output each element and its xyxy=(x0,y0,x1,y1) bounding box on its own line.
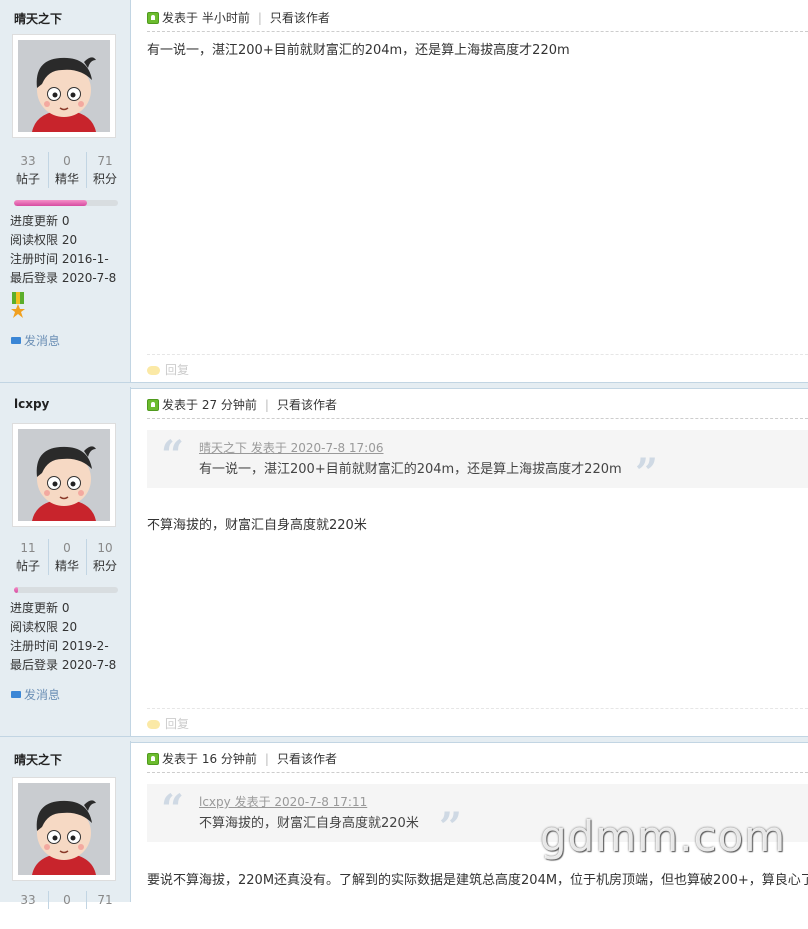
post-time: 发表于 半小时前 xyxy=(162,11,250,25)
stat-posts[interactable]: 33 xyxy=(10,891,46,909)
author-sidebar: 晴天之下 3 xyxy=(0,0,131,384)
close-quote-icon: ” xyxy=(439,804,463,851)
author-only-link[interactable]: 只看该作者 xyxy=(270,11,330,25)
send-message-label: 发消息 xyxy=(24,334,61,348)
post-time: 发表于 27 分钟前 xyxy=(162,398,257,412)
info-read-permission: 阅读权限 20 xyxy=(10,233,78,247)
user-info: 进度更新 0 阅读权限 20 注册时间 2019-2- 最后登录 2020-7-… xyxy=(10,599,128,675)
post-time: 发表于 16 分钟前 xyxy=(162,752,257,766)
avatar-cartoon-icon xyxy=(18,429,110,521)
stat-elite[interactable]: 0 xyxy=(48,891,85,909)
author-only-link[interactable]: 只看该作者 xyxy=(277,752,337,766)
avatar[interactable] xyxy=(12,34,116,138)
stat-elite[interactable]: 0 精华 xyxy=(48,539,85,575)
post-footer: 回复 xyxy=(147,354,808,378)
send-message-label: 发消息 xyxy=(24,688,61,702)
stat-posts[interactable]: 11 帖子 xyxy=(10,539,46,575)
elite-count: 0 xyxy=(63,893,71,907)
info-last-login: 最后登录 2020-7-8 xyxy=(10,658,117,672)
reply-icon xyxy=(147,366,160,375)
post-header: 发表于 半小时前 | 只看该作者 xyxy=(147,9,808,32)
post-header: 发表于 16 分钟前 | 只看该作者 xyxy=(147,750,808,773)
stat-posts[interactable]: 33 帖子 xyxy=(10,152,46,188)
post-content: 有一说一，湛江200+目前就财富汇的204m，还是算上海拔高度才220m xyxy=(147,43,570,58)
post-footer: 回复 xyxy=(147,708,808,732)
quote-source-link[interactable]: 晴天之下 发表于 2020-7-8 17:06 xyxy=(199,439,384,456)
reply-button[interactable]: 回复 xyxy=(165,717,189,731)
open-quote-icon: “ xyxy=(161,432,185,479)
user-stats: 11 帖子 0 精华 10 积分 xyxy=(6,539,124,577)
online-icon xyxy=(147,12,159,24)
info-register-time: 注册时间 2016-1- xyxy=(10,252,109,266)
user-stats: 33 帖子 0 精华 71 积分 xyxy=(6,152,124,190)
quote-text: 不算海拔的，财富汇自身高度就220米 xyxy=(199,816,419,831)
points-count: 71 xyxy=(97,154,113,168)
posts-label: 帖子 xyxy=(15,559,40,573)
elite-label: 精华 xyxy=(54,559,79,573)
elite-count: 0 xyxy=(63,541,71,555)
quote-source-link[interactable]: lcxpy 发表于 2020-7-8 17:11 xyxy=(199,793,367,810)
online-icon xyxy=(147,399,159,411)
medal-icon[interactable] xyxy=(11,292,25,320)
post-main: 发表于 半小时前 | 只看该作者 有一说一，湛江200+目前就财富汇的204m，还是… xyxy=(131,0,808,384)
avatar-cartoon-icon xyxy=(18,40,110,132)
stat-points[interactable]: 10 积分 xyxy=(86,539,123,575)
reply-button[interactable]: 回复 xyxy=(165,363,189,377)
level-progress-bar xyxy=(14,200,118,206)
author-name[interactable]: 晴天之下 xyxy=(14,10,62,27)
stat-points[interactable]: 71 积分 xyxy=(86,152,123,188)
watermark-logo: gdmm.com xyxy=(540,812,787,861)
avatar[interactable] xyxy=(12,777,116,881)
quote-text: 有一说一，湛江200+目前就财富汇的204m，还是算上海拔高度才220m xyxy=(199,462,622,477)
level-progress-bar xyxy=(14,587,118,593)
points-label: 积分 xyxy=(92,172,117,186)
points-label: 积分 xyxy=(92,559,117,573)
post-header: 发表于 27 分钟前 | 只看该作者 xyxy=(147,396,808,419)
send-message-link[interactable]: 发消息 xyxy=(11,332,60,349)
elite-count: 0 xyxy=(63,154,71,168)
info-register-time: 注册时间 2019-2- xyxy=(10,639,109,653)
info-progress: 进度更新 0 xyxy=(10,214,70,228)
envelope-icon xyxy=(11,337,21,344)
info-read-permission: 阅读权限 20 xyxy=(10,620,78,634)
author-name[interactable]: 晴天之下 xyxy=(14,751,62,768)
points-count: 71 xyxy=(97,893,113,907)
stat-elite[interactable]: 0 精华 xyxy=(48,152,85,188)
author-sidebar: 晴天之下 3 xyxy=(0,741,131,909)
user-stats: 33 0 71 xyxy=(6,891,124,929)
author-name[interactable]: lcxpy xyxy=(14,397,49,411)
elite-label: 精华 xyxy=(54,172,79,186)
avatar[interactable] xyxy=(12,423,116,527)
post-1: 晴天之下 33 帖子 0 精华 71 积分 进度更新 0 阅读权限 20 注册时… xyxy=(0,0,808,384)
post-content: 不算海拔的，财富汇自身高度就220米 xyxy=(147,518,367,533)
open-quote-icon: “ xyxy=(161,786,185,833)
info-progress: 进度更新 0 xyxy=(10,601,70,615)
online-icon xyxy=(147,753,159,765)
avatar-cartoon-icon xyxy=(18,783,110,875)
reply-icon xyxy=(147,720,160,729)
envelope-icon xyxy=(11,691,21,698)
posts-count: 33 xyxy=(20,154,36,168)
user-info: 进度更新 0 阅读权限 20 注册时间 2016-1- 最后登录 2020-7-… xyxy=(10,212,128,288)
send-message-link[interactable]: 发消息 xyxy=(11,686,60,703)
author-sidebar: lcxpy 11 帖子 0 精华 10 积分 进度更新 0 阅读权限 20 注册… xyxy=(0,387,131,737)
quote-block: “ 晴天之下 发表于 2020-7-8 17:06 有一说一，湛江200+目前就… xyxy=(147,430,808,497)
post-content: 要说不算海拔，220M还真没有。了解到的实际数据是建筑总高度204M，位于机房顶… xyxy=(147,873,808,888)
points-count: 10 xyxy=(97,541,113,555)
close-quote-icon: ” xyxy=(635,450,659,497)
posts-label: 帖子 xyxy=(15,172,40,186)
posts-count: 11 xyxy=(20,541,36,555)
info-last-login: 最后登录 2020-7-8 xyxy=(10,271,117,285)
post-2: lcxpy 11 帖子 0 精华 10 积分 进度更新 0 阅读权限 20 注册… xyxy=(0,387,808,737)
posts-count: 33 xyxy=(20,893,36,907)
post-main: 发表于 27 分钟前 | 只看该作者 “ 晴天之下 发表于 2020-7-8 17:… xyxy=(131,387,808,737)
author-only-link[interactable]: 只看该作者 xyxy=(277,398,337,412)
stat-points[interactable]: 71 xyxy=(86,891,123,909)
